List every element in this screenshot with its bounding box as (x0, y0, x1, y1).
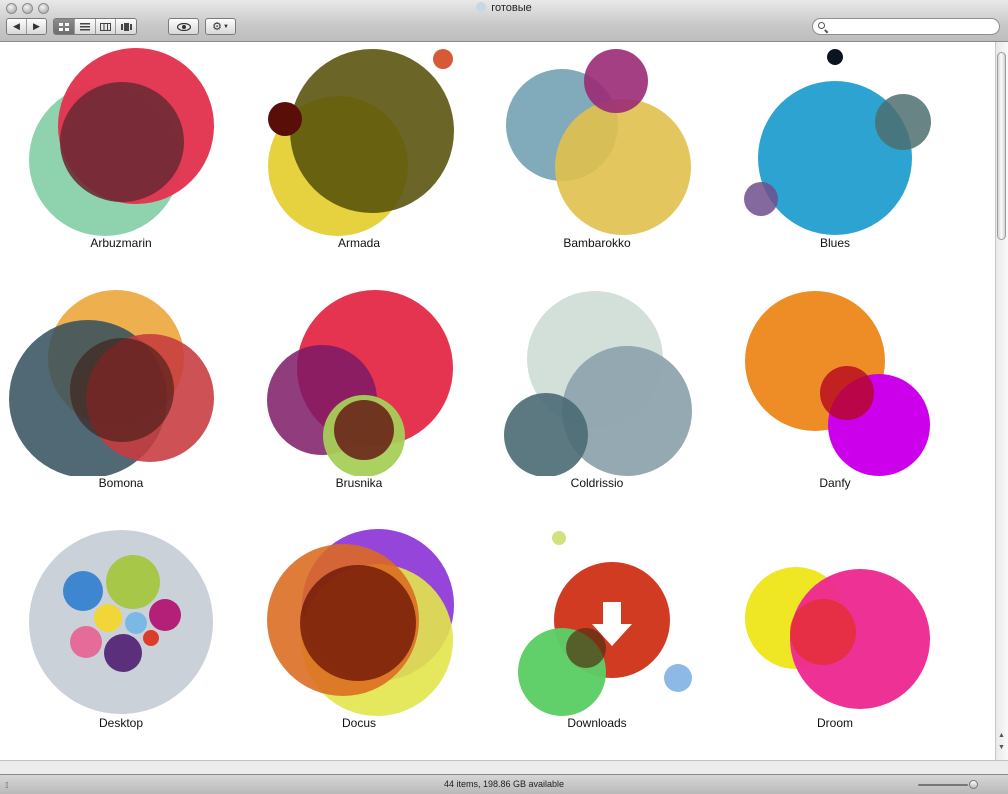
forward-button[interactable]: ▶ (27, 19, 46, 34)
icon-view-icon (58, 22, 69, 31)
horizontal-scrollbar[interactable] (0, 760, 1008, 775)
folder-item-bomona[interactable]: Bomona (2, 282, 240, 522)
search-field[interactable] (812, 18, 1000, 35)
back-forward-control: ◀ ▶ (6, 18, 47, 35)
coverflow-view-icon (120, 22, 132, 31)
danfy-folder-icon (745, 291, 930, 476)
window-title: готовые (0, 2, 1008, 14)
blues-folder-icon (744, 49, 931, 235)
column-view-icon (99, 22, 111, 31)
folder-item-armada[interactable]: Armada (240, 42, 478, 282)
folder-item-brusnika[interactable]: Brusnika (240, 282, 478, 522)
icon-grid: Arbuzmarin Armada Bambarokko Blues Bomon… (0, 42, 996, 760)
folder-item-desktop[interactable]: Desktop (2, 522, 240, 760)
item-label: Droom (816, 716, 853, 730)
list-view-icon (79, 22, 90, 30)
folder-icon (476, 2, 487, 12)
bambarokko-folder-icon (506, 49, 691, 235)
downloads-folder-icon (518, 531, 692, 716)
item-label: Desktop (98, 716, 144, 730)
column-view-button[interactable] (95, 19, 117, 34)
item-label: Brusnika (335, 476, 383, 490)
coverflow-view-button[interactable] (116, 19, 136, 34)
folder-item-danfy[interactable]: Danfy (716, 282, 954, 522)
coldrissio-folder-icon (504, 291, 692, 476)
folder-item-blues[interactable]: Blues (716, 42, 954, 282)
back-button[interactable]: ◀ (7, 19, 27, 34)
icon-size-slider-knob[interactable] (969, 780, 978, 789)
item-label: Bambarokko (563, 236, 631, 250)
folder-item-downloads[interactable]: Downloads (478, 522, 716, 760)
item-label: Arbuzmarin (90, 236, 152, 250)
folder-item-arbuzmarin[interactable]: Arbuzmarin (2, 42, 240, 282)
item-label: Danfy (819, 476, 851, 490)
window-toolbar: готовые ◀ ▶ ⚙ ▼ (0, 0, 1008, 42)
eye-icon (176, 22, 191, 31)
folder-item-docus[interactable]: Docus (240, 522, 478, 760)
view-mode-control (53, 18, 137, 35)
item-label: Armada (337, 236, 381, 250)
icon-size-slider[interactable] (918, 784, 968, 786)
scroll-down-arrow-icon[interactable]: ▼ (998, 744, 1005, 751)
vertical-scrollbar[interactable]: ▲ ▼ (995, 42, 1008, 760)
bomona-folder-icon (9, 290, 214, 476)
action-menu-button[interactable]: ⚙ ▼ (205, 18, 236, 35)
item-label: Bomona (98, 476, 144, 490)
item-label: Blues (819, 236, 851, 250)
forward-arrow-icon: ▶ (33, 21, 40, 31)
status-text: 44 items, 198.86 GB available (443, 779, 565, 789)
item-label: Downloads (567, 716, 627, 730)
chevron-down-icon: ▼ (222, 23, 229, 30)
folder-item-coldrissio[interactable]: Coldrissio (478, 282, 716, 522)
gear-icon: ⚙ (212, 21, 222, 33)
docus-folder-icon (267, 529, 454, 716)
status-bar: ⁞⁞ 44 items, 198.86 GB available (0, 774, 1008, 794)
arbuzmarin-folder-icon (29, 48, 214, 236)
search-input[interactable] (829, 20, 993, 35)
folder-item-droom[interactable]: Droom (716, 522, 954, 760)
list-view-button[interactable] (74, 19, 96, 34)
quick-look-button[interactable] (168, 18, 199, 35)
back-arrow-icon: ◀ (13, 21, 20, 31)
scrollbar-thumb[interactable] (997, 52, 1006, 240)
search-icon (818, 22, 825, 29)
armada-folder-icon (268, 49, 454, 236)
item-label: Coldrissio (570, 476, 624, 490)
item-label: Docus (341, 716, 376, 730)
folder-item-bambarokko[interactable]: Bambarokko (478, 42, 716, 282)
desktop-folder-icon (29, 530, 213, 714)
icon-view-button[interactable] (54, 19, 75, 34)
brusnika-folder-icon (267, 290, 453, 476)
droom-folder-icon (745, 567, 930, 709)
scroll-up-arrow-icon[interactable]: ▲ (998, 732, 1005, 739)
